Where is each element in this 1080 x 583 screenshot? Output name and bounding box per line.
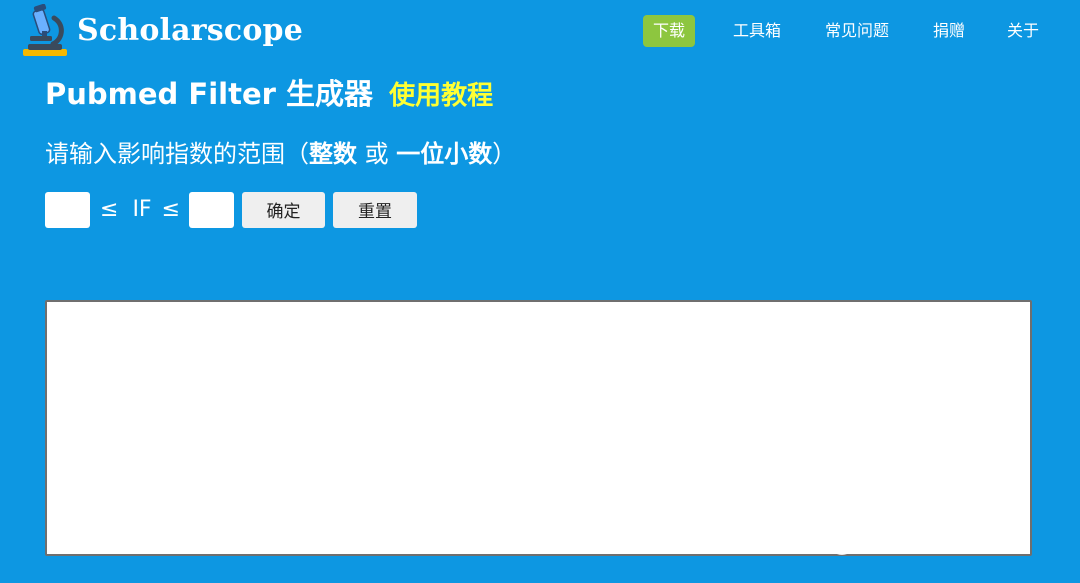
filter-result-textarea[interactable] — [45, 300, 1032, 556]
watermark: 知乎 @行走的药匣子 — [760, 523, 1031, 557]
nav-item-donate[interactable]: 捐赠 — [933, 15, 965, 47]
nav-item-download[interactable]: 下载 — [643, 15, 696, 47]
instruction-or: 或 — [357, 140, 397, 168]
nav-item-toolbox[interactable]: 工具箱 — [733, 15, 781, 47]
if-max-input[interactable] — [189, 191, 235, 228]
nav-item-faq[interactable]: 常见问题 — [825, 15, 889, 47]
main-nav: 下载 工具箱 常见问题 捐赠 关于 — [0, 15, 1080, 47]
tutorial-link[interactable]: 使用教程 — [389, 81, 493, 111]
page-title: Pubmed Filter 生成器 使用教程 — [45, 72, 493, 118]
nav-item-about[interactable]: 关于 — [1007, 15, 1039, 47]
instruction-suffix: ） — [492, 140, 517, 168]
less-equal-symbol: ≤ — [100, 196, 119, 222]
instruction-integer: 整数 — [309, 140, 357, 168]
instruction-text: 请输入影响指数的范围（整数 或 一位小数） — [45, 134, 516, 174]
instruction-prefix: 请输入影响指数的范围（ — [45, 140, 309, 168]
confirm-button[interactable]: 确定 — [242, 191, 326, 228]
if-min-input[interactable] — [45, 191, 90, 228]
less-equal-symbol: ≤ — [161, 196, 181, 222]
page-title-text: Pubmed Filter 生成器 — [45, 77, 374, 111]
top-bar: Scholarscope 下载 工具箱 常见问题 捐赠 关于 — [0, 0, 1080, 64]
if-label: IF — [132, 196, 152, 222]
if-range-form: ≤ IF ≤ 确定 重置 — [45, 191, 418, 228]
instruction-decimal: 一位小数 — [396, 140, 493, 168]
reset-button[interactable]: 重置 — [333, 191, 418, 228]
